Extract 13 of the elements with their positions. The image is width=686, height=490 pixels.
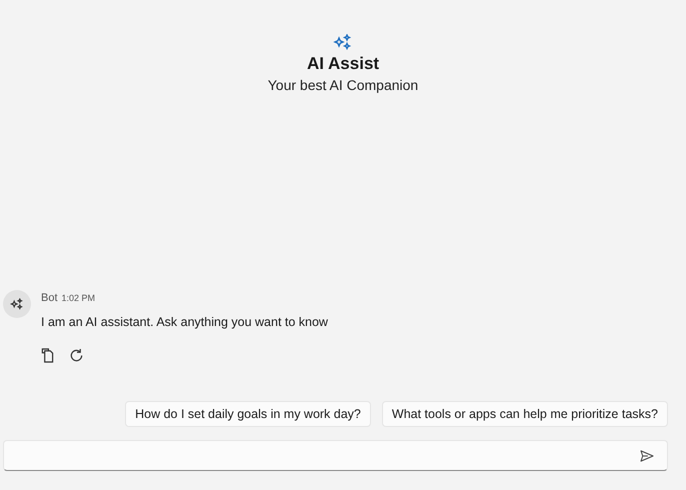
- sender-name: Bot: [41, 292, 58, 304]
- message-text: I am an AI assistant. Ask anything you want to know: [41, 315, 328, 329]
- sparkle-icon: [333, 34, 353, 50]
- bot-avatar: [3, 290, 31, 318]
- copy-icon[interactable]: [41, 348, 54, 363]
- app-title: AI Assist: [306, 53, 380, 75]
- message-input[interactable]: [3, 440, 668, 471]
- suggestion-chip[interactable]: What tools or apps can help me prioritize tasks?: [382, 401, 668, 427]
- message-time: 1:02 PM: [62, 293, 96, 303]
- app-subtitle: Your best AI Companion: [268, 76, 418, 95]
- refresh-icon[interactable]: [69, 348, 84, 363]
- suggestion-chip[interactable]: How do I set daily goals in my work day?: [125, 401, 371, 427]
- send-icon[interactable]: [640, 450, 654, 462]
